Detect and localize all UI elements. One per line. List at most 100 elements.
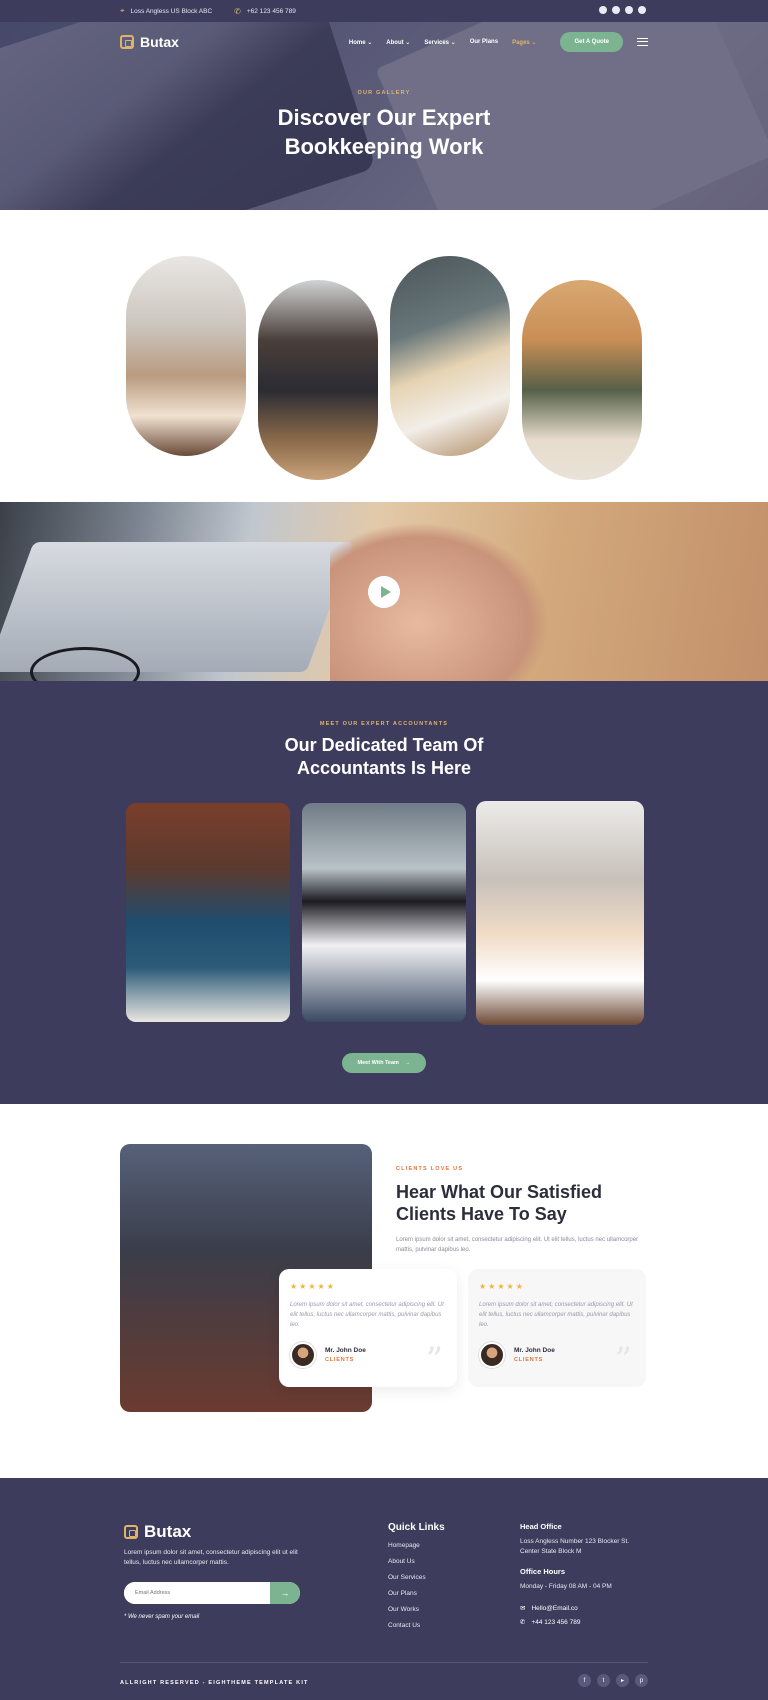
avatar xyxy=(479,1342,505,1368)
footer-email[interactable]: ✉ Hello@Email.co xyxy=(520,1604,650,1613)
no-spam-note: * We never spam your email xyxy=(124,1614,200,1620)
author-role: CLIENTS xyxy=(325,1357,355,1363)
location-pin-icon: ⌖ xyxy=(120,6,125,15)
top-bar: ⌖ Loss Angless US Block ABC ✆ +62 123 45… xyxy=(0,0,768,22)
team-member-photo-2[interactable] xyxy=(302,803,466,1022)
testimonials-description: Lorem ipsum dolor sit amet, consectetur … xyxy=(396,1237,639,1253)
pinterest-icon[interactable] xyxy=(638,6,646,14)
testimonial-author: Mr. John Doe CLIENTS xyxy=(290,1342,446,1368)
hamburger-menu-icon[interactable] xyxy=(637,38,648,46)
nav-item-about[interactable]: About ⌄ xyxy=(386,39,410,46)
star-rating: ★★★★★ xyxy=(290,1282,336,1291)
main-navigation: Butax Home ⌄ About ⌄ Services ⌄ Our Plan… xyxy=(0,28,768,56)
quick-links-column: Quick Links Homepage About Us Our Servic… xyxy=(388,1522,445,1629)
pinterest-icon[interactable]: p xyxy=(635,1674,648,1687)
team-title: Our Dedicated Team Of Accountants Is Her… xyxy=(0,734,768,780)
nav-item-home[interactable]: Home ⌄ xyxy=(349,39,372,46)
hero-heading-block: OUR GALLERY Discover Our Expert Bookkeep… xyxy=(0,90,768,161)
testimonial-card-2: ★★★★★ Lorem ipsum dolor sit amet, consec… xyxy=(468,1269,646,1387)
youtube-icon[interactable] xyxy=(625,6,633,14)
facebook-icon[interactable] xyxy=(599,6,607,14)
author-name: Mr. John Doe xyxy=(514,1347,555,1354)
testimonials-title: Hear What Our Satisfied Clients Have To … xyxy=(396,1181,646,1225)
brand-logo[interactable]: Butax xyxy=(120,34,179,50)
author-role: CLIENTS xyxy=(514,1357,544,1363)
team-title-line1: Our Dedicated Team Of xyxy=(284,735,484,755)
address-text: Loss Angless US Block ABC xyxy=(130,7,213,15)
footer-brand-name: Butax xyxy=(144,1522,192,1541)
twitter-icon[interactable] xyxy=(612,6,620,14)
video-banner xyxy=(0,502,768,681)
footer: Butax Lorem ipsum dolor sit amet, consec… xyxy=(0,1478,768,1700)
author-name: Mr. John Doe xyxy=(325,1347,366,1354)
team-eyebrow: MEET OUR EXPERT ACCOUNTANTS xyxy=(319,721,449,727)
footer-phone[interactable]: ✆ +44 123 456 789 xyxy=(520,1618,650,1627)
youtube-icon[interactable]: ▸ xyxy=(616,1674,629,1687)
head-office-address: Loss Angless Number 123 Blocker St. Cent… xyxy=(520,1538,630,1555)
testimonial-card-1: ★★★★★ Lorem ipsum dolor sit amet, consec… xyxy=(279,1269,457,1387)
wallet-logo-icon xyxy=(120,35,134,49)
phone-item[interactable]: ✆ +62 123 456 789 xyxy=(234,7,296,16)
hero-title-line2: Bookkeeping Work xyxy=(284,134,484,159)
footer-link-homepage[interactable]: Homepage xyxy=(388,1542,445,1549)
wallet-logo-icon xyxy=(124,1525,138,1539)
gallery-photo-1[interactable] xyxy=(126,256,246,456)
contact-column: Head Office Loss Angless Number 123 Bloc… xyxy=(520,1522,650,1626)
quote-icon: ” xyxy=(614,1340,632,1380)
testimonial-text: Lorem ipsum dolor sit amet, consectetur … xyxy=(479,1302,633,1328)
gallery-photo-4[interactable] xyxy=(522,280,642,480)
footer-link-our-services[interactable]: Our Services xyxy=(388,1574,445,1581)
team-member-photo-1[interactable] xyxy=(126,803,290,1022)
footer-phone-text: +44 123 456 789 xyxy=(531,1618,581,1626)
phone-text: +62 123 456 789 xyxy=(246,7,296,15)
testimonials-heading-block: CLIENTS LOVE US Hear What Our Satisfied … xyxy=(396,1166,646,1255)
footer-divider xyxy=(120,1662,648,1663)
facebook-icon[interactable]: f xyxy=(578,1674,591,1687)
newsletter-form: → xyxy=(124,1582,300,1604)
arrow-right-icon: → xyxy=(404,1060,411,1066)
office-hours-text: Monday - Friday 08 AM - 04 PM xyxy=(520,1583,612,1590)
footer-logo[interactable]: Butax xyxy=(124,1522,191,1542)
play-video-icon[interactable] xyxy=(368,576,400,608)
gallery-section xyxy=(0,210,768,502)
gallery-photo-3[interactable] xyxy=(390,256,510,456)
meet-with-team-button[interactable]: Meet With Team → xyxy=(342,1053,426,1073)
gallery-photo-2[interactable] xyxy=(258,280,378,480)
team-section: MEET OUR EXPERT ACCOUNTANTS Our Dedicate… xyxy=(0,681,768,1104)
testimonials-section: CLIENTS LOVE US Hear What Our Satisfied … xyxy=(0,1104,768,1452)
avatar xyxy=(290,1342,316,1368)
subscribe-arrow-button[interactable]: → xyxy=(270,1582,300,1604)
footer-social-links: f t ▸ p xyxy=(578,1674,648,1687)
phone-icon: ✆ xyxy=(520,1619,526,1626)
top-social-links xyxy=(599,6,646,14)
nav-item-pages[interactable]: Pages ⌄ xyxy=(512,39,536,46)
hero-title: Discover Our Expert Bookkeeping Work xyxy=(0,103,768,161)
quick-links-title: Quick Links xyxy=(388,1522,445,1533)
footer-link-our-works[interactable]: Our Works xyxy=(388,1606,445,1613)
phone-icon: ✆ xyxy=(234,6,241,16)
email-field[interactable] xyxy=(124,1582,270,1604)
footer-description: Lorem ipsum dolor sit amet, consectetur … xyxy=(124,1549,298,1566)
hero-banner: Butax Home ⌄ About ⌄ Services ⌄ Our Plan… xyxy=(0,22,768,210)
footer-link-contact-us[interactable]: Contact Us xyxy=(388,1622,445,1629)
brand-name: Butax xyxy=(140,34,179,50)
address-item: ⌖ Loss Angless US Block ABC xyxy=(120,6,212,16)
testimonial-author: Mr. John Doe CLIENTS xyxy=(479,1342,635,1368)
nav-item-services[interactable]: Services ⌄ xyxy=(424,39,455,46)
meet-with-team-label: Meet With Team xyxy=(357,1060,399,1066)
hero-eyebrow: OUR GALLERY xyxy=(357,90,411,96)
quote-icon: ” xyxy=(425,1340,443,1380)
head-office-title: Head Office xyxy=(520,1522,562,1531)
star-rating: ★★★★★ xyxy=(479,1282,525,1291)
get-a-quote-button[interactable]: Get A Quote xyxy=(560,32,623,52)
footer-email-text: Hello@Email.co xyxy=(531,1604,578,1612)
testimonials-title-line1: Hear What Our Satisfied xyxy=(396,1182,603,1202)
team-member-photo-3[interactable] xyxy=(476,801,644,1025)
footer-link-our-plans[interactable]: Our Plans xyxy=(388,1590,445,1597)
nav-item-our-plans[interactable]: Our Plans xyxy=(470,39,498,46)
testimonials-eyebrow: CLIENTS LOVE US xyxy=(396,1166,464,1172)
email-icon: ✉ xyxy=(520,1605,526,1612)
twitter-icon[interactable]: t xyxy=(597,1674,610,1687)
team-title-line2: Accountants Is Here xyxy=(296,758,472,778)
footer-link-about-us[interactable]: About Us xyxy=(388,1558,445,1565)
